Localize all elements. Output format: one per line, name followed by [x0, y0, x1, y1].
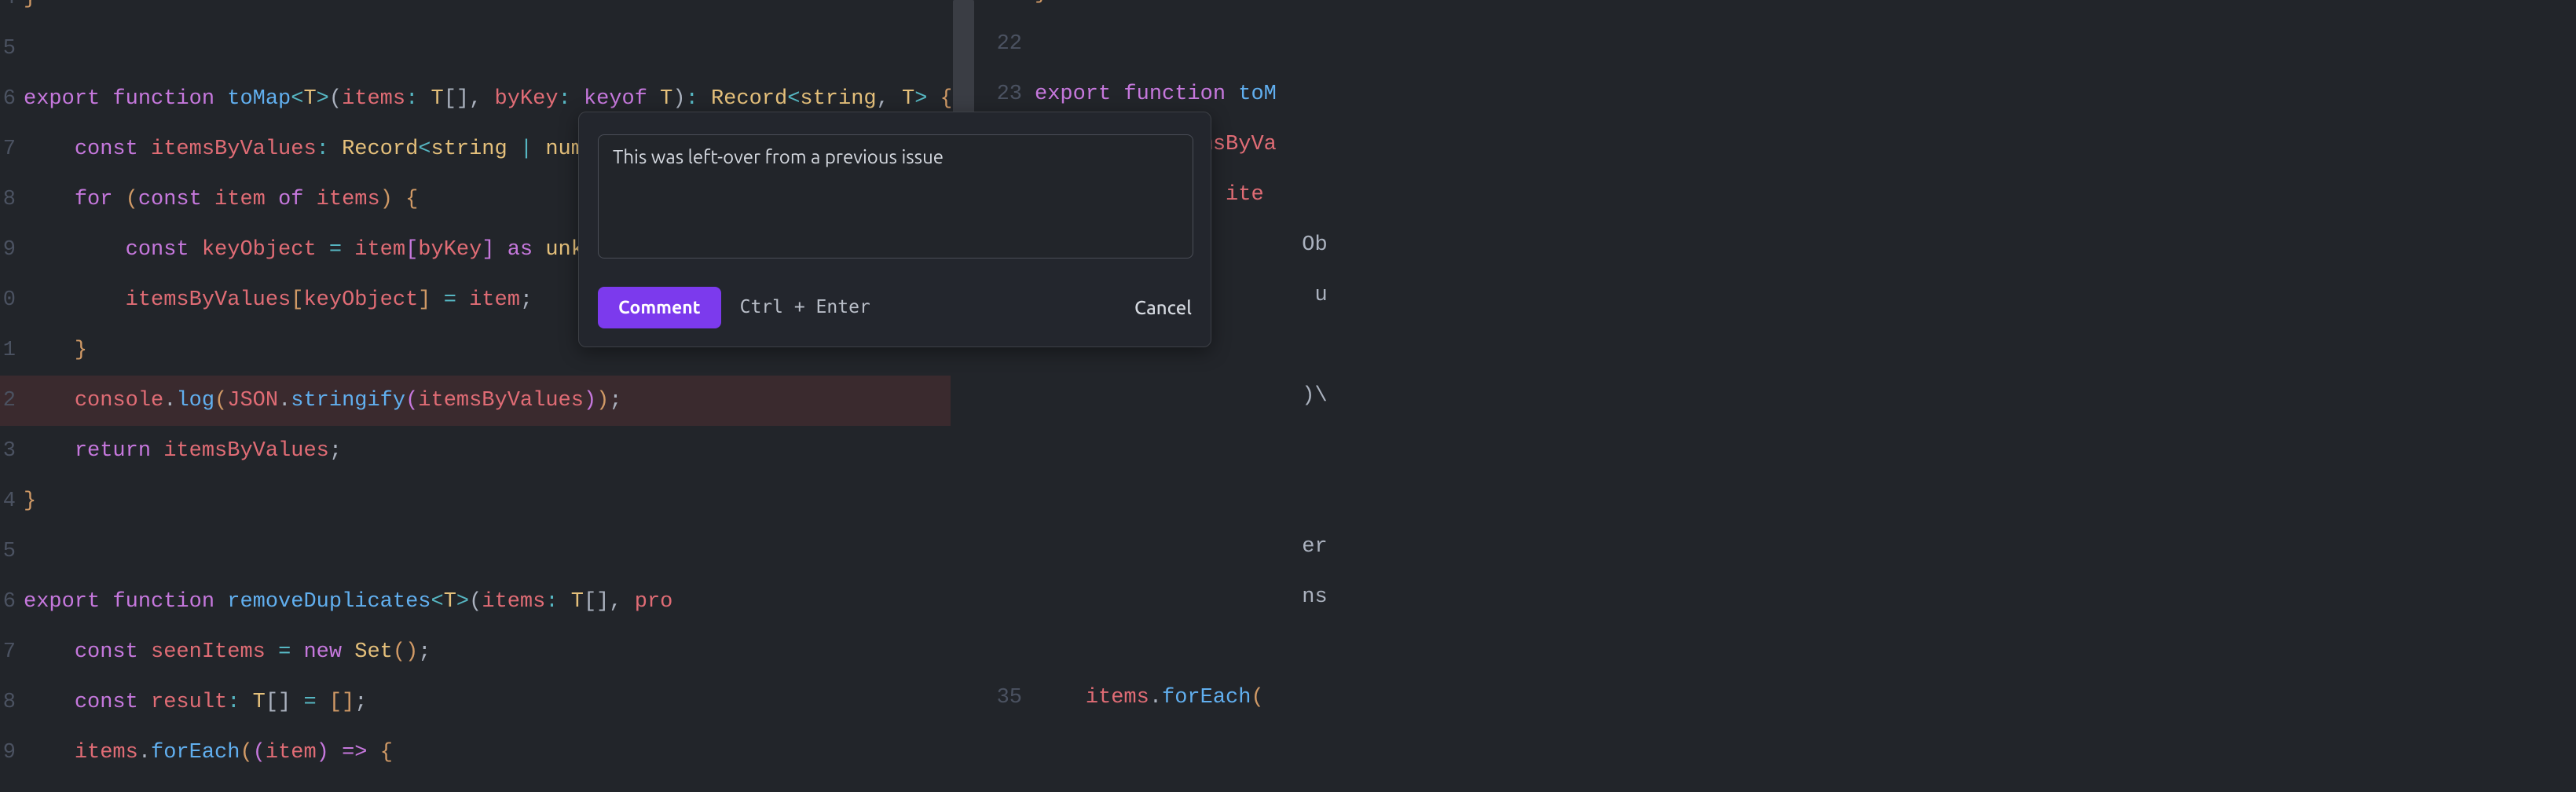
- code-line[interactable]: ns: [983, 572, 2576, 622]
- code-content: ns: [1022, 572, 1328, 622]
- code-content: const seenItems = new Set();: [16, 627, 431, 677]
- line-number: 35: [983, 686, 1022, 710]
- code-line[interactable]: Ob: [983, 220, 2576, 270]
- line-number: 9: [0, 238, 16, 262]
- line-number: 22: [983, 32, 1022, 56]
- code-line[interactable]: 35 items.forEach(: [983, 673, 2576, 723]
- line-number: 4: [0, 0, 16, 10]
- code-line[interactable]: 6export function removeDuplicates<T>(ite…: [0, 577, 951, 627]
- code-content: items.forEach(: [1022, 673, 1264, 723]
- line-number: 7: [0, 138, 16, 161]
- comment-dialog: Comment Ctrl + Enter Cancel: [578, 112, 1211, 347]
- comment-submit-button[interactable]: Comment: [598, 287, 721, 328]
- code-content: }: [16, 325, 87, 376]
- line-number: 1: [0, 339, 16, 362]
- line-number: 9: [0, 741, 16, 764]
- line-number: 0: [0, 288, 16, 312]
- code-line[interactable]: 5: [0, 526, 951, 577]
- right-editor-pane[interactable]: }22 23export function toM24 const itemsBy…: [983, 0, 2576, 792]
- right-code-area: }22 23export function toM24 const itemsBy…: [983, 0, 2576, 723]
- code-line[interactable]: 4}: [0, 0, 951, 24]
- code-line[interactable]: 5: [0, 24, 951, 74]
- code-line[interactable]: )\: [983, 371, 2576, 421]
- cancel-button[interactable]: Cancel: [1134, 297, 1192, 318]
- code-line[interactable]: u: [983, 270, 2576, 321]
- code-content: const keyObject = item[byKey] as unknown…: [16, 225, 672, 275]
- code-content: const result: T[] = [];: [16, 677, 367, 728]
- line-number: 5: [0, 540, 16, 563]
- code-line[interactable]: [983, 622, 2576, 673]
- line-number: 2: [0, 389, 16, 412]
- line-number: 8: [0, 691, 16, 714]
- code-content: console.log(JSON.stringify(itemsByValues…: [16, 376, 622, 426]
- code-line[interactable]: 3 return itemsByValues;: [0, 426, 951, 476]
- code-content: )\: [1022, 371, 1328, 421]
- line-number: 6: [0, 87, 16, 111]
- code-line[interactable]: 9 items.forEach((item) => {: [0, 728, 951, 778]
- code-line[interactable]: 2 console.log(JSON.stringify(itemsByValu…: [0, 376, 951, 426]
- code-line[interactable]: 25 for (const ite: [983, 170, 2576, 220]
- line-number: 8: [0, 188, 16, 211]
- line-number: 6: [0, 590, 16, 614]
- code-content: itemsByValues[keyObject] = item;: [16, 275, 533, 325]
- code-line[interactable]: 7 const seenItems = new Set();: [0, 627, 951, 677]
- line-number: 23: [983, 82, 1022, 106]
- code-line[interactable]: 22: [983, 19, 2576, 69]
- code-content: }: [1022, 0, 1047, 19]
- code-content: return itemsByValues;: [16, 426, 342, 476]
- code-line[interactable]: 24 const itemsByVa: [983, 119, 2576, 170]
- code-content: }: [16, 476, 36, 526]
- code-content: export function removeDuplicates<T>(item…: [16, 577, 672, 627]
- line-number: 4: [0, 490, 16, 513]
- line-number: 3: [0, 439, 16, 463]
- code-line[interactable]: }: [983, 0, 2576, 19]
- code-line[interactable]: 8 const result: T[] = [];: [0, 677, 951, 728]
- code-content: er: [1022, 522, 1328, 572]
- line-number: 5: [0, 37, 16, 60]
- comment-textarea[interactable]: [598, 134, 1193, 258]
- code-line[interactable]: 4}: [0, 476, 951, 526]
- code-line[interactable]: [983, 471, 2576, 522]
- code-line[interactable]: er: [983, 522, 2576, 572]
- code-line[interactable]: 23export function toM: [983, 69, 2576, 119]
- dialog-footer: Comment Ctrl + Enter Cancel: [598, 285, 1192, 329]
- code-line[interactable]: [983, 421, 2576, 471]
- comment-shortcut-label: Ctrl + Enter: [740, 297, 870, 317]
- line-number: 7: [0, 640, 16, 664]
- code-line[interactable]: [983, 321, 2576, 371]
- code-content: items.forEach((item) => {: [16, 728, 393, 778]
- code-content: for (const item of items) {: [16, 174, 418, 225]
- code-content: }: [16, 0, 36, 24]
